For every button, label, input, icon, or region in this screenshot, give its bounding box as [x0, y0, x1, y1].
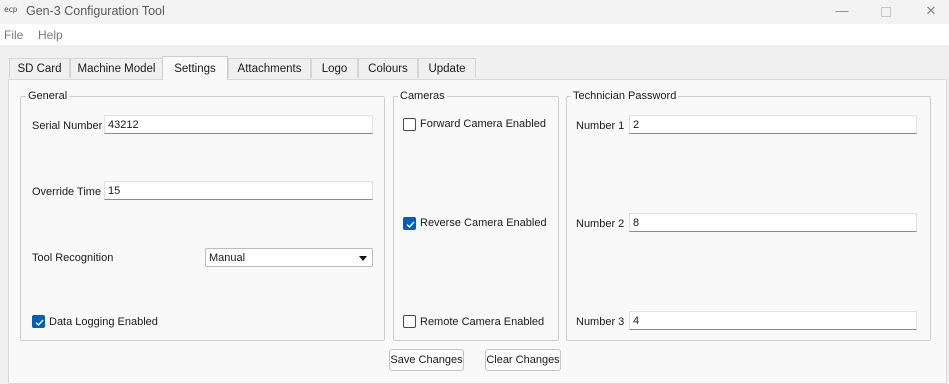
checkmark-icon: [406, 221, 415, 229]
save-changes-button[interactable]: Save Changes: [389, 349, 464, 371]
serial-number-input[interactable]: [104, 115, 373, 134]
number-2-input[interactable]: [629, 213, 917, 232]
title-bar: ecp Gen-3 Configuration Tool — ✕: [0, 0, 949, 24]
window-title: Gen-3 Configuration Tool: [26, 4, 165, 18]
data-logging-label: Data Logging Enabled: [49, 316, 158, 328]
menu-bar: File Help: [0, 24, 949, 45]
tab-update[interactable]: Update: [418, 58, 476, 78]
tool-recognition-value: Manual: [209, 252, 246, 264]
tool-recognition-select[interactable]: Manual: [205, 248, 373, 267]
reverse-camera-checkbox[interactable]: [403, 217, 416, 230]
serial-number-label: Serial Number: [32, 120, 103, 132]
tab-logo[interactable]: Logo: [311, 58, 358, 78]
tab-machine-model[interactable]: Machine Model: [70, 58, 163, 78]
number-3-input[interactable]: [629, 311, 917, 330]
tab-colours[interactable]: Colours: [358, 58, 418, 78]
maximize-icon: [881, 6, 891, 17]
close-button[interactable]: ✕: [908, 0, 949, 24]
number-3-label: Number 3: [576, 316, 625, 328]
dropdown-arrow-icon: [359, 256, 367, 261]
menu-help[interactable]: Help: [38, 28, 63, 42]
cameras-group-title: Cameras: [398, 90, 447, 103]
forward-camera-checkbox[interactable]: [403, 118, 416, 131]
tab-settings[interactable]: Settings: [162, 56, 228, 80]
override-time-label: Override Time: [32, 186, 102, 198]
tool-recognition-label: Tool Recognition: [32, 252, 114, 264]
number-2-label: Number 2: [576, 218, 625, 230]
tab-sd-card[interactable]: SD Card: [9, 58, 70, 78]
minimize-button[interactable]: —: [819, 0, 865, 24]
remote-camera-checkbox[interactable]: [403, 315, 416, 328]
maximize-button[interactable]: [863, 0, 909, 24]
number-1-input[interactable]: [629, 115, 917, 134]
tab-attachments[interactable]: Attachments: [228, 58, 311, 78]
override-time-input[interactable]: [104, 181, 373, 200]
reverse-camera-label: Reverse Camera Enabled: [420, 217, 547, 229]
technician-password-group-title: Technician Password: [571, 90, 679, 103]
clear-changes-button[interactable]: Clear Changes: [485, 349, 561, 371]
checkmark-icon: [35, 319, 44, 327]
menu-file[interactable]: File: [4, 28, 23, 42]
data-logging-checkbox[interactable]: [32, 315, 45, 328]
forward-camera-label: Forward Camera Enabled: [420, 118, 546, 130]
remote-camera-label: Remote Camera Enabled: [420, 316, 545, 328]
number-1-label: Number 1: [576, 120, 625, 132]
general-group-title: General: [26, 90, 70, 103]
app-logo-icon: ecp: [4, 5, 17, 14]
